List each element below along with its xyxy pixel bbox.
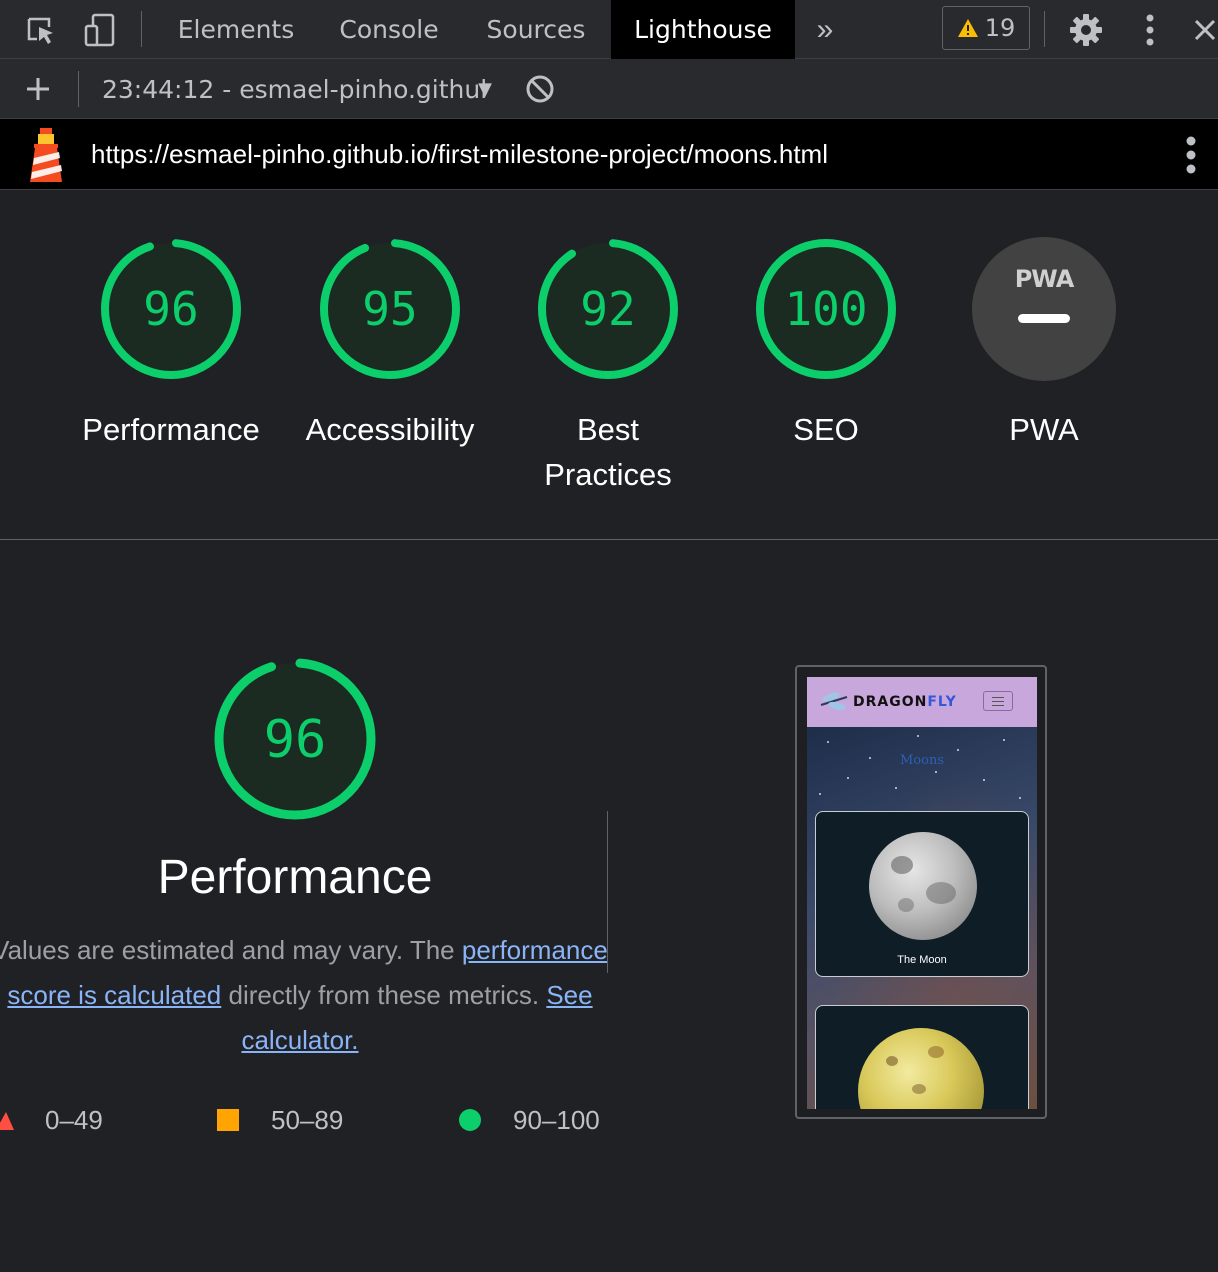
tab-sources[interactable]: Sources [466, 0, 606, 59]
report-url-bar: https://esmael-pinho.github.io/first-mil… [0, 119, 1218, 190]
legend-range: 0–49 [45, 1104, 103, 1135]
description-text: Values are estimated and may vary. The [0, 935, 462, 965]
score-value: 92 [580, 282, 635, 336]
lighthouse-logo-icon [26, 128, 66, 187]
tab-elements[interactable]: Elements [160, 0, 312, 59]
moon-image [858, 1028, 984, 1109]
moon-card: The Moon [815, 811, 1029, 977]
hamburger-menu-icon [983, 691, 1013, 711]
performance-score-value: 96 [264, 710, 327, 770]
more-tabs-icon[interactable]: » [805, 0, 845, 59]
report-select-label: 23:44:12 - esmael-pinho.githul [102, 74, 488, 104]
gauge-label: PWA [1009, 412, 1079, 447]
screenshot-navbar: DRAGONFLY [807, 677, 1037, 727]
settings-gear-icon[interactable] [1064, 0, 1108, 59]
final-screenshot-thumbnail[interactable]: DRAGONFLY Moons The Moon [795, 665, 1047, 1119]
report-menu-icon[interactable] [1183, 136, 1199, 179]
gauge-pwa[interactable]: PWA PWA [944, 235, 1144, 452]
score-ring: 100 [756, 239, 896, 379]
warnings-badge[interactable]: 19 [942, 6, 1030, 50]
inspect-element-icon[interactable] [18, 0, 62, 59]
report-select-dropdown[interactable]: 23:44:12 - esmael-pinho.githul ▼ [102, 59, 492, 119]
section-divider [607, 811, 608, 973]
toolbar-divider [141, 11, 142, 47]
score-ring: 96 [101, 239, 241, 379]
screenshot-heading: Moons [899, 753, 944, 768]
warnings-count: 19 [984, 14, 1016, 42]
gauge-best-practices[interactable]: 92 Best Practices [508, 235, 708, 497]
score-ring: 95 [320, 239, 460, 379]
toolbar-divider [78, 71, 79, 107]
svg-text:PWA: PWA [1015, 265, 1075, 293]
moon-caption: The Moon [897, 954, 947, 966]
gauge-label: SEO [793, 412, 859, 447]
gauge-seo[interactable]: 100 SEO [726, 235, 926, 452]
pwa-badge-icon: PWA [972, 237, 1116, 381]
close-devtools-icon[interactable] [1192, 0, 1218, 59]
category-gauges: 96 Performance 95 Accessibility 92 Best … [0, 190, 1218, 540]
gauge-label: Performance [82, 412, 260, 447]
new-report-plus-icon[interactable] [18, 59, 58, 119]
legend-range: 50–89 [271, 1104, 344, 1135]
legend-average: 50–89 [217, 1102, 343, 1138]
gauge-performance[interactable]: 96 Performance [71, 235, 271, 452]
score-value: 100 [784, 282, 867, 336]
moon-image [869, 832, 977, 940]
legend-pass: 90–100 [458, 1102, 600, 1138]
report-url[interactable]: https://esmael-pinho.github.io/first-mil… [91, 119, 828, 190]
score-value: 95 [362, 282, 417, 336]
performance-score-gauge: 96 [214, 658, 376, 820]
performance-title: Performance [157, 851, 433, 904]
gauge-label: Accessibility [305, 412, 475, 447]
tab-console[interactable]: Console [318, 0, 460, 59]
devtools-tab-bar: Elements Console Sources Lighthouse » 19 [0, 0, 1218, 59]
gauge-accessibility[interactable]: 95 Accessibility [290, 235, 490, 452]
dropdown-caret-icon: ▼ [478, 78, 492, 100]
device-toolbar-icon[interactable] [78, 0, 122, 59]
description-text: directly from these metrics. [221, 980, 547, 1010]
toolbar-divider [1044, 11, 1045, 47]
clear-reports-block-icon[interactable] [520, 59, 560, 119]
dragonfly-logo-icon [820, 692, 848, 711]
warning-icon [957, 19, 978, 37]
moon-card [815, 1005, 1029, 1109]
pass-circle-icon [459, 1109, 481, 1131]
score-ring: 92 [538, 239, 678, 379]
screenshot-logo: DRAGONFLY [853, 694, 957, 710]
performance-description: Values are estimated and may vary. The p… [0, 928, 610, 1063]
average-square-icon [217, 1109, 239, 1131]
legend-range: 90–100 [513, 1104, 600, 1135]
page-screenshot: DRAGONFLY Moons The Moon [807, 677, 1037, 1109]
lighthouse-toolbar: 23:44:12 - esmael-pinho.githul ▼ [0, 59, 1218, 119]
score-value: 96 [143, 282, 198, 336]
tab-lighthouse[interactable]: Lighthouse [611, 0, 795, 59]
gauge-label: Best Practices [544, 412, 672, 492]
fail-triangle-icon [0, 1112, 14, 1130]
more-options-vertical-icon[interactable] [1130, 0, 1170, 59]
legend-fail: 0–49 [0, 1102, 103, 1138]
